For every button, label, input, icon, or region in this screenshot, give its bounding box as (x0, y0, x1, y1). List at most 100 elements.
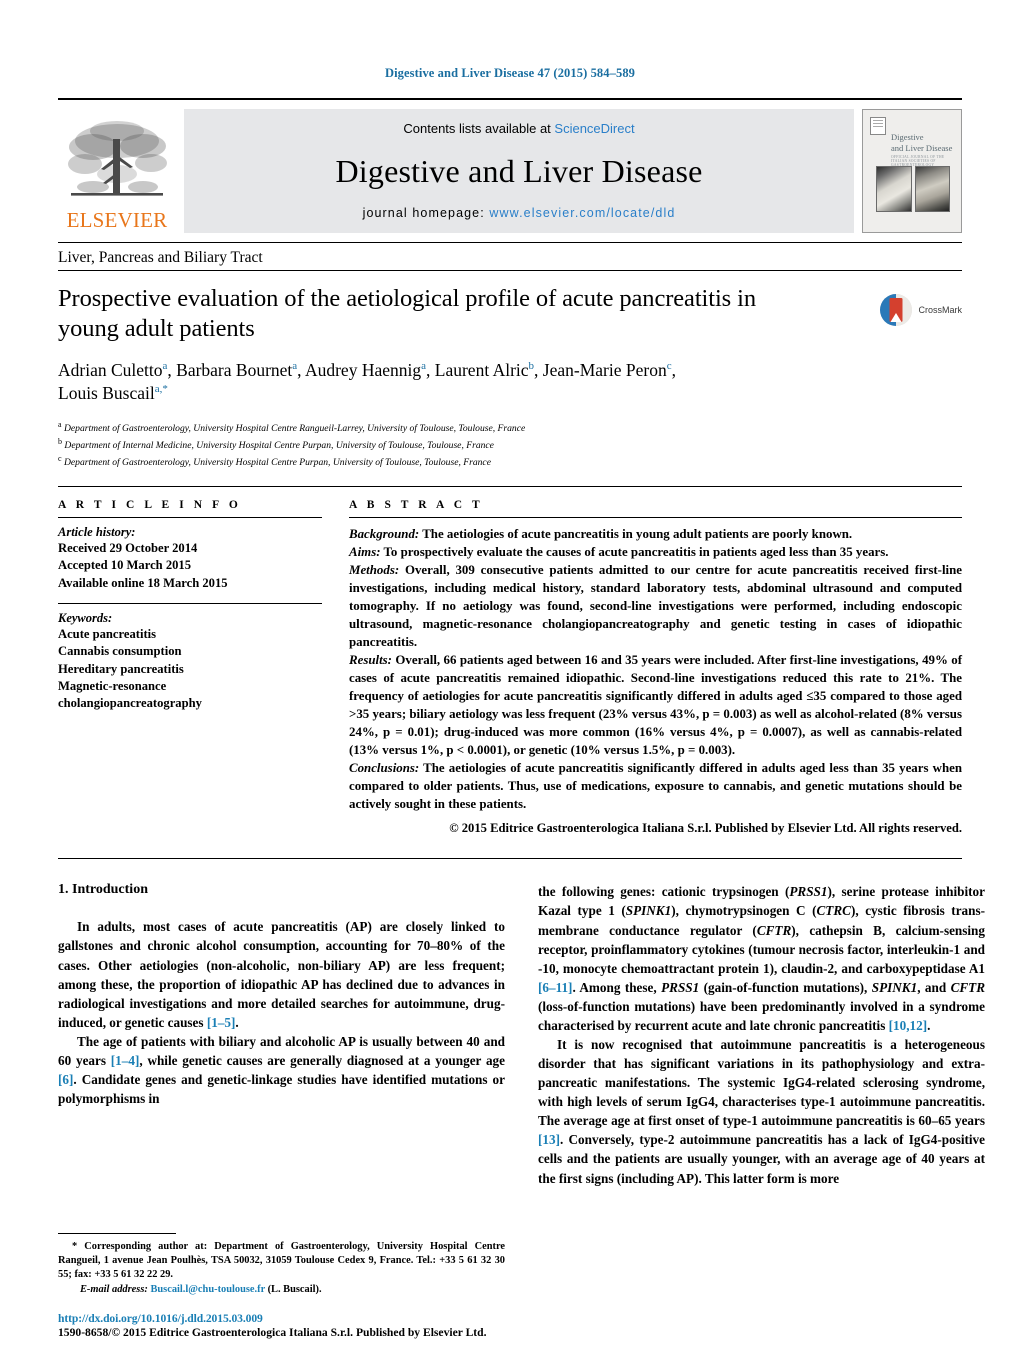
citation-link[interactable]: [1–5] (207, 1015, 236, 1030)
abstract-heading: A B S T R A C T (349, 498, 484, 511)
body-columns: 1. Introduction In adults, most cases of… (58, 882, 985, 1187)
corresponding-author-note: * Corresponding author at: Department of… (58, 1240, 505, 1283)
abstract-conclusions: Conclusions: The aetiologies of acute pa… (349, 759, 962, 813)
keywords-separator-rule (58, 602, 322, 604)
crossmark-badge[interactable]: CrossMark (879, 293, 962, 327)
citation-link[interactable]: [6–11] (538, 980, 572, 995)
author-name: Laurent Alric (434, 360, 529, 381)
gene-name: PRSS1 (789, 884, 828, 900)
abstract-results: Results: Overall, 66 patients aged betwe… (349, 651, 962, 759)
abstract-aims: Aims: To prospectively evaluate the caus… (349, 543, 962, 561)
author-item: Laurent Alricb, (435, 360, 543, 380)
r1-j: . (927, 1017, 931, 1033)
contents-available-line: Contents lists available at ScienceDirec… (403, 121, 634, 136)
keyword-item: Acute pancreatitis (58, 626, 157, 641)
abstract-aims-label: Aims: (349, 544, 381, 559)
abstract-methods: Methods: Overall, 309 consecutive patien… (349, 561, 962, 651)
article-history-group: Article history: Received 29 October 201… (58, 525, 322, 592)
gene-name: CFTR (756, 922, 792, 938)
crossmark-label: CrossMark (918, 305, 962, 315)
email-note: E-mail address: Buscail.l@chu-toulouse.f… (58, 1283, 505, 1297)
abstract-body: Background: The aetiologies of acute pan… (349, 525, 962, 838)
email-link[interactable]: Buscail.l@chu-toulouse.fr (150, 1284, 265, 1295)
citation-link[interactable]: [13] (538, 1132, 560, 1147)
abstract-background-text: The aetiologies of acute pancreatitis in… (419, 526, 853, 541)
body-separator-rule (58, 858, 962, 860)
journal-homepage-link[interactable]: www.elsevier.com/locate/dld (489, 206, 675, 220)
gene-name: CFTR (950, 979, 986, 995)
intro-paragraph-3: It is now recognised that autoimmune pan… (538, 1035, 985, 1188)
keyword-item: Cannabis consumption (58, 644, 182, 659)
r1-f: . Among these, (572, 979, 662, 995)
citation-link[interactable]: [1–4] (111, 1053, 140, 1068)
intro-p2-text-c: . Candidate genes and genetic-linkage st… (58, 1072, 505, 1107)
affiliation-list: a Department of Gastroenterology, Univer… (58, 419, 962, 469)
abstract-methods-label: Methods: (349, 562, 400, 577)
citation-link[interactable]: [6] (58, 1072, 73, 1087)
intro-paragraph-2: The age of patients with biliary and alc… (58, 1032, 505, 1108)
author-item: Jean-Marie Peronc, (543, 360, 676, 380)
contents-prefix: Contents lists available at (403, 121, 555, 136)
masthead-top-rule (58, 98, 962, 100)
journal-homepage-line: journal homepage: www.elsevier.com/locat… (363, 206, 676, 220)
masthead-center-panel: Contents lists available at ScienceDirec… (184, 109, 854, 233)
author-sep: , (671, 360, 676, 381)
issn-copyright-line: 1590-8658/© 2015 Editrice Gastroenterolo… (58, 1326, 487, 1339)
gene-name: CTRC (816, 903, 851, 919)
intro-p1-text-a: In adults, most cases of acute pancreati… (58, 919, 505, 1030)
author-name: Adrian Culetto (58, 360, 163, 381)
abstract-methods-text: Overall, 309 consecutive patients admitt… (349, 562, 962, 649)
r1-c: ), chymotrypsinogen C ( (671, 903, 817, 919)
doi-link[interactable]: http://dx.doi.org/10.1016/j.dld.2015.03.… (58, 1312, 658, 1325)
author-item: Barbara Bourneta, (176, 360, 305, 380)
author-sep: , (297, 360, 305, 381)
gene-name: SPINK1 (871, 979, 918, 995)
elsevier-tree-icon (68, 121, 167, 196)
abstract-results-text: Overall, 66 patients aged between 16 and… (349, 652, 962, 757)
elsevier-wordmark: ELSEVIER (66, 208, 168, 232)
body-column-right: the following genes: cationic trypsinoge… (538, 882, 985, 1187)
email-owner: (L. Buscail). (265, 1283, 322, 1295)
journal-cover-thumbnail: Digestive and Liver Disease OFFICIAL JOU… (862, 109, 962, 233)
keywords-title: Keywords: (58, 610, 113, 625)
corresponding-author-text: Corresponding author at: Department of G… (58, 1240, 505, 1281)
abstract-aims-text: To prospectively evaluate the causes of … (380, 544, 889, 559)
abstract-results-label: Results: (349, 652, 392, 667)
body-column-left: 1. Introduction In adults, most cases of… (58, 882, 505, 1187)
abstract-conclusions-text: The aetiologies of acute pancreatitis si… (349, 760, 962, 811)
affiliation-mark: c (58, 454, 62, 464)
article-info-column: A R T I C L E I N F O Article history: R… (58, 499, 322, 838)
author-name: Barbara Bournet (176, 360, 293, 381)
abstract-column: A B S T R A C T Background: The aetiolog… (349, 499, 962, 838)
email-label: E-mail address: (80, 1283, 148, 1295)
footnote-rule (58, 1232, 176, 1234)
info-separator-rule (58, 485, 962, 487)
r2-a: It is now recognised that autoimmune pan… (538, 1037, 985, 1129)
affiliation-text: Department of Gastroenterology, Universi… (63, 457, 491, 469)
elsevier-logo: ELSEVIER (58, 109, 176, 233)
author-item: Louis Buscaila,* (58, 383, 168, 403)
journal-masthead: ELSEVIER Contents lists available at Sci… (58, 109, 962, 233)
author-affil-mark[interactable]: a,* (155, 384, 168, 396)
article-history-item: Available online 18 March 2015 (58, 575, 228, 590)
article-info-heading: A R T I C L E I N F O (58, 498, 242, 511)
abstract-copyright: © 2015 Editrice Gastroenterologica Itali… (449, 820, 962, 835)
sciencedirect-link[interactable]: ScienceDirect (554, 121, 634, 136)
affiliation-mark: a (58, 420, 62, 430)
r1-h: , and (917, 979, 951, 995)
affiliation-item: c Department of Gastroenterology, Univer… (58, 453, 962, 470)
journal-section-label: Liver, Pancreas and Biliary Tract (58, 249, 263, 266)
footnote-block: * Corresponding author at: Department of… (58, 1232, 505, 1297)
affiliation-text: Department of Gastroenterology, Universi… (63, 423, 526, 435)
intro-p2-text-b: , while genetic causes are generally dia… (139, 1052, 505, 1068)
citation-link[interactable]: [10,12] (889, 1018, 927, 1033)
doi-block: http://dx.doi.org/10.1016/j.dld.2015.03.… (58, 1312, 658, 1339)
author-sep: , (534, 360, 543, 381)
journal-title: Digestive and Liver Disease (335, 152, 703, 189)
author-sep: , (426, 360, 435, 381)
abstract-rule (349, 516, 962, 518)
author-name: Audrey Haennig (304, 360, 422, 381)
article-history-item: Received 29 October 2014 (58, 540, 198, 555)
r1-a: the following genes: cationic trypsinoge… (538, 884, 790, 900)
affiliation-mark: b (58, 437, 62, 447)
